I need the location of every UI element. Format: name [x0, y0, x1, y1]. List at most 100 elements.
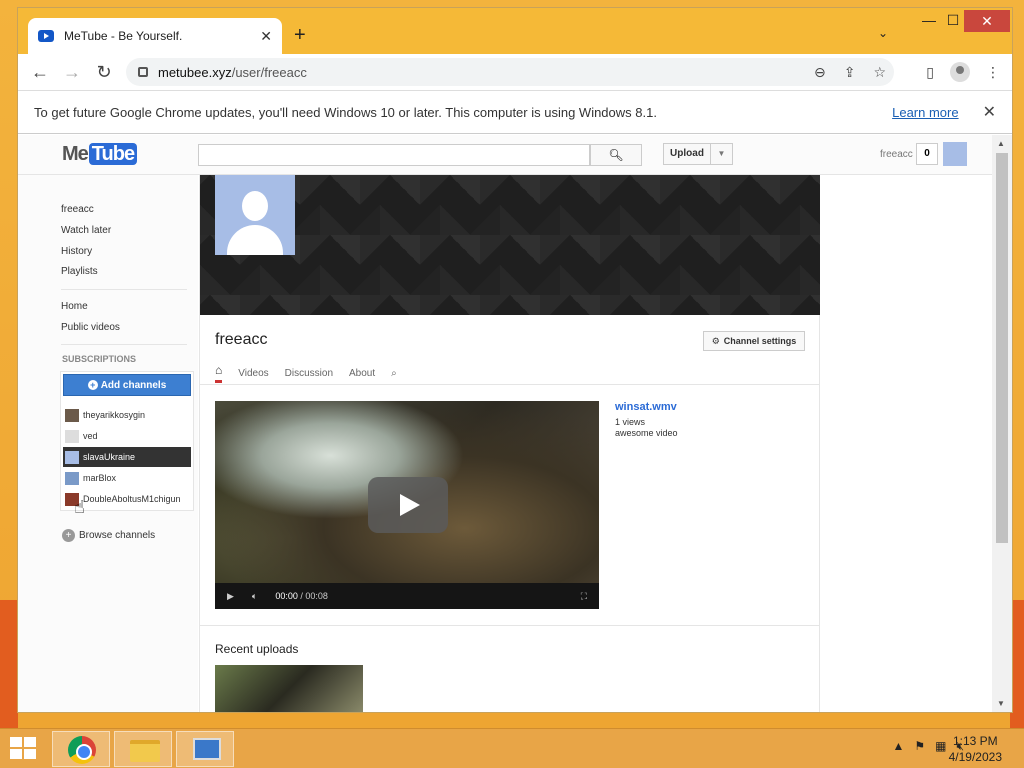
- tab-videos[interactable]: Videos: [238, 368, 268, 379]
- guide-sidebar: freeacc Watch later History Playlists Ho…: [18, 175, 198, 712]
- upload-dropdown-icon[interactable]: ▼: [711, 143, 733, 165]
- windows-logo-pane: [24, 737, 36, 747]
- side-panel-icon[interactable]: ▯: [926, 64, 934, 81]
- time-display: 00:00 / 00:08: [275, 591, 328, 601]
- infobar-message: To get future Google Chrome updates, you…: [34, 104, 657, 120]
- divider: [200, 384, 820, 385]
- share-icon[interactable]: ⇪: [844, 64, 856, 81]
- browser-toolbar: ← → ↻ metubee.xyz/user/freeacc ⊖ ⇪ ☆ ▯ ⋮: [18, 54, 1012, 90]
- subscription-item[interactable]: slavaUkraine: [63, 447, 191, 467]
- notification-count[interactable]: 0: [916, 143, 938, 165]
- infobar-close-icon[interactable]: ✕: [983, 102, 996, 122]
- update-infobar: To get future Google Chrome updates, you…: [18, 90, 1012, 134]
- back-arrow-icon[interactable]: ←: [24, 62, 56, 83]
- new-tab-button[interactable]: +: [294, 24, 306, 47]
- play-icon[interactable]: ▶: [227, 591, 234, 602]
- taskbar-remote-desktop[interactable]: [176, 731, 234, 767]
- address-bar[interactable]: metubee.xyz/user/freeacc ⊖ ⇪ ☆: [126, 58, 894, 86]
- page-scrollbar[interactable]: ▲ ▼: [992, 135, 1012, 712]
- tab-discussion[interactable]: Discussion: [285, 368, 333, 379]
- subscription-item[interactable]: ved: [63, 426, 191, 446]
- user-avatar[interactable]: [943, 142, 967, 166]
- channel-thumbnail: [65, 471, 79, 485]
- video-player[interactable]: ▶ 🔈︎ 00:00 / 00:08 ⛶: [215, 401, 599, 609]
- browser-titlebar: MeTube - Be Yourself. ✕ + ⌄ — ☐ ✕: [18, 8, 1012, 54]
- taskbar-clock[interactable]: 1:13 PM 4/19/2023: [949, 733, 1002, 765]
- windows-taskbar: ▲ ⚑ ▦ 🔇︎ 1:13 PM 4/19/2023: [0, 728, 1024, 768]
- sidebar-item-playlists[interactable]: Playlists: [61, 266, 98, 277]
- search-icon: 🔍︎: [608, 148, 624, 162]
- channel-thumbnail: [65, 429, 79, 443]
- channel-search-icon[interactable]: ⌕: [391, 368, 397, 379]
- add-channels-button[interactable]: + Add channels: [63, 374, 191, 396]
- scroll-up-icon[interactable]: ▲: [997, 139, 1005, 148]
- wallpaper-accent: [1010, 600, 1024, 728]
- fullscreen-icon[interactable]: ⛶: [581, 591, 587, 602]
- scroll-down-icon[interactable]: ▼: [997, 699, 1005, 708]
- play-button-icon[interactable]: [368, 477, 448, 533]
- folder-icon: [130, 740, 160, 762]
- taskbar-file-explorer[interactable]: [114, 731, 172, 767]
- sidebar-divider: [61, 344, 187, 345]
- search-input[interactable]: [198, 144, 590, 166]
- avatar-head-shape: [242, 191, 268, 221]
- bookmark-star-icon[interactable]: ☆: [873, 64, 886, 81]
- reload-icon[interactable]: ↻: [88, 62, 120, 83]
- browser-tab[interactable]: MeTube - Be Yourself. ✕: [28, 18, 282, 54]
- taskbar-chrome[interactable]: [52, 731, 110, 767]
- forward-arrow-icon[interactable]: →: [56, 62, 88, 83]
- lock-icon[interactable]: [138, 67, 148, 77]
- tab-close-icon[interactable]: ✕: [260, 28, 272, 45]
- upload-button[interactable]: Upload: [663, 143, 711, 165]
- recent-uploads-heading: Recent uploads: [215, 642, 299, 656]
- player-controls: ▶ 🔈︎ 00:00 / 00:08 ⛶: [215, 583, 599, 609]
- sidebar-divider: [61, 289, 187, 290]
- video-description: awesome video: [615, 428, 678, 438]
- subscription-item[interactable]: theyarikkosygin: [63, 405, 191, 425]
- plus-icon: +: [87, 380, 98, 390]
- channel-thumbnail: [65, 408, 79, 422]
- zoom-icon[interactable]: ⊖: [814, 64, 826, 81]
- wallpaper-accent: [0, 600, 18, 728]
- learn-more-link[interactable]: Learn more: [892, 105, 958, 120]
- gear-icon: ⚙: [711, 335, 720, 346]
- subscription-item[interactable]: marBlox: [63, 468, 191, 488]
- sidebar-item-public-videos[interactable]: Public videos: [61, 322, 120, 333]
- channel-thumbnail: [65, 450, 79, 464]
- channel-settings-button[interactable]: ⚙ Channel settings: [703, 331, 805, 351]
- web-page: Me Tube 🔍︎ Upload ▼ freeacc 0 freeacc Wat…: [18, 135, 992, 712]
- url-text: metubee.xyz/user/freeacc: [158, 64, 307, 80]
- metube-logo[interactable]: Me Tube: [62, 143, 138, 166]
- menu-kebab-icon[interactable]: ⋮: [986, 64, 1000, 81]
- sidebar-item-history[interactable]: History: [61, 246, 92, 257]
- video-title-link[interactable]: winsat.wmv: [615, 401, 677, 413]
- tab-title: MeTube - Be Yourself.: [64, 29, 183, 43]
- network-icon[interactable]: ▦: [935, 739, 946, 754]
- sidebar-item-home[interactable]: Home: [61, 301, 88, 312]
- profile-icon[interactable]: [950, 62, 970, 82]
- scrollbar-thumb[interactable]: [996, 153, 1008, 543]
- divider: [200, 625, 820, 626]
- browse-channels-link[interactable]: + Browse channels: [62, 529, 155, 542]
- sidebar-item-freeacc[interactable]: freeacc: [61, 204, 94, 215]
- header-username[interactable]: freeacc: [880, 149, 913, 160]
- channel-avatar[interactable]: [215, 175, 295, 255]
- start-button[interactable]: [10, 737, 38, 761]
- tab-search-chevron-icon[interactable]: ⌄: [878, 26, 888, 40]
- channel-content: freeacc ⚙ Channel settings ⌂ Videos Discu…: [199, 175, 820, 712]
- tray-expand-icon[interactable]: ▲: [892, 739, 904, 754]
- window-close-button[interactable]: ✕: [964, 10, 1010, 32]
- search-button[interactable]: 🔍︎: [590, 144, 642, 166]
- chrome-icon: [68, 736, 96, 764]
- windows-logo-pane: [10, 749, 22, 759]
- volume-icon[interactable]: 🔈︎: [252, 591, 257, 602]
- subscriptions-heading: SUBSCRIPTIONS: [62, 354, 137, 364]
- tab-home-icon[interactable]: ⌂: [215, 363, 223, 383]
- sidebar-item-watch-later[interactable]: Watch later: [61, 225, 111, 236]
- tab-about[interactable]: About: [349, 368, 375, 379]
- action-center-flag-icon[interactable]: ⚑: [914, 739, 925, 754]
- recent-video-thumbnail[interactable]: [215, 665, 363, 712]
- channel-name: freeacc: [215, 331, 268, 348]
- channel-tabs: ⌂ Videos Discussion About ⌕: [215, 363, 397, 383]
- hand-cursor-icon: ☝: [74, 497, 85, 517]
